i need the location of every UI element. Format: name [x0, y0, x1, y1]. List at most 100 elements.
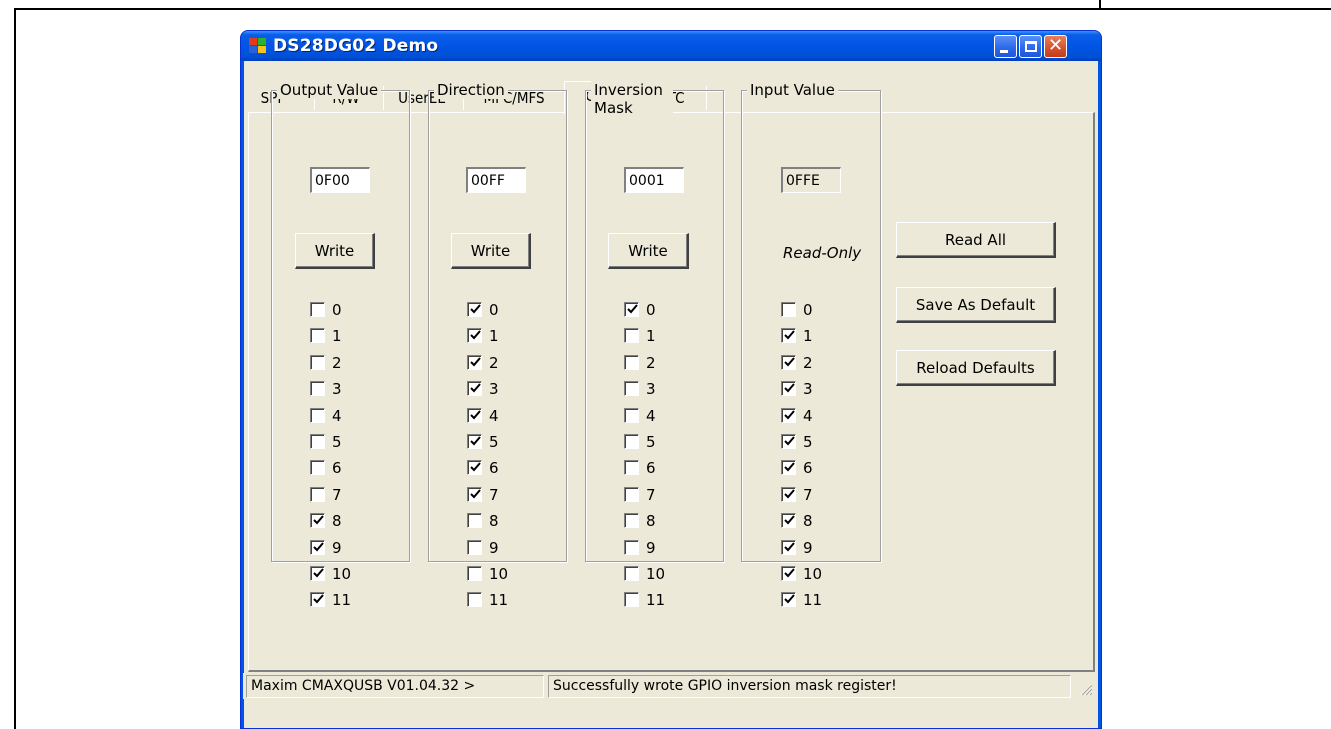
checkbox-box [310, 487, 325, 502]
bit-label: 8 [803, 512, 813, 530]
checkbox-box [781, 302, 796, 317]
bit-label: 6 [332, 459, 342, 477]
window-title: DS28DG02 Demo [273, 36, 439, 56]
checkbox-box [624, 381, 639, 396]
bit-label: 2 [646, 354, 656, 372]
bit-label: 10 [803, 565, 823, 583]
reload-defaults-button[interactable]: Reload Defaults [896, 350, 1056, 386]
bit-label: 7 [489, 486, 499, 504]
bit-label: 11 [646, 591, 666, 609]
checkbox-box [310, 381, 325, 396]
checkbox-box [467, 434, 482, 449]
checkmark-icon [313, 542, 324, 552]
checkbox-box [624, 408, 639, 423]
minimize-icon [1000, 50, 1008, 53]
checkbox-box [781, 540, 796, 555]
checkbox-box [310, 302, 325, 317]
checkbox-box [781, 513, 796, 528]
checkmark-icon [784, 436, 795, 446]
checkmark-icon [784, 462, 795, 472]
checkmark-icon [313, 594, 324, 604]
bit-label: 10 [646, 565, 666, 583]
checkmark-icon [784, 568, 795, 578]
checkbox-box [467, 381, 482, 396]
bit-label: 0 [489, 301, 499, 319]
checkmark-icon [470, 304, 481, 314]
checkbox-box [624, 513, 639, 528]
maximize-icon [1025, 41, 1037, 52]
checkbox-box [781, 592, 796, 607]
title-bar[interactable]: DS28DG02 Demo ✕ [241, 31, 1101, 61]
minimize-button[interactable] [994, 35, 1017, 58]
checkmark-icon [470, 462, 481, 472]
direction-field[interactable] [466, 167, 526, 193]
input-value-field [781, 167, 841, 193]
bit-label: 11 [489, 591, 509, 609]
bit-label: 7 [803, 486, 813, 504]
checkmark-icon [784, 542, 795, 552]
save-as-default-button[interactable]: Save As Default [896, 287, 1056, 323]
bit-label: 1 [332, 327, 342, 345]
bit-label: 7 [332, 486, 342, 504]
bit-label: 9 [332, 539, 342, 557]
bit-label: 1 [646, 327, 656, 345]
checkmark-icon [470, 383, 481, 393]
checkbox-box [781, 408, 796, 423]
app-icon [249, 38, 267, 54]
bit-label: 4 [803, 407, 813, 425]
bit-label: 2 [332, 354, 342, 372]
figure-frame-tick [1099, 0, 1101, 10]
bit-label: 2 [803, 354, 813, 372]
checkbox-box [310, 592, 325, 607]
bit-label: 7 [646, 486, 656, 504]
status-bar: Maxim CMAXQUSB V01.04.32 > Successfully … [243, 673, 1097, 699]
direction-write-button[interactable]: Write [451, 233, 531, 269]
checkbox-box [467, 487, 482, 502]
checkmark-icon [470, 330, 481, 340]
checkbox-box [624, 355, 639, 370]
bit-label: 1 [803, 327, 813, 345]
checkbox-box [624, 540, 639, 555]
bit-label: 0 [332, 301, 342, 319]
inversion-write-button[interactable]: Write [608, 233, 689, 269]
bit-label: 4 [646, 407, 656, 425]
checkbox-box [781, 566, 796, 581]
close-button[interactable]: ✕ [1044, 35, 1067, 58]
checkmark-icon [784, 410, 795, 420]
checkbox-box [310, 540, 325, 555]
bit-label: 0 [803, 301, 813, 319]
output-value-field[interactable] [310, 167, 370, 193]
checkbox-box [624, 592, 639, 607]
checkbox-box [310, 566, 325, 581]
bit-label: 9 [803, 539, 813, 557]
status-version: Maxim CMAXQUSB V01.04.32 > [246, 675, 544, 698]
read-all-button[interactable]: Read All [896, 222, 1056, 258]
output-write-button[interactable]: Write [295, 233, 375, 269]
checkbox-box [310, 408, 325, 423]
checkmark-icon [470, 410, 481, 420]
checkmark-icon [470, 489, 481, 499]
bit-label: 3 [803, 380, 813, 398]
bit-label: 4 [332, 407, 342, 425]
close-icon: ✕ [1047, 35, 1064, 56]
checkmark-icon [470, 436, 481, 446]
checkbox-box [781, 355, 796, 370]
checkbox-box [781, 434, 796, 449]
checkbox-box [467, 302, 482, 317]
bit-label: 3 [646, 380, 656, 398]
maximize-button[interactable] [1019, 35, 1042, 58]
bit-label: 2 [489, 354, 499, 372]
checkbox-box [310, 460, 325, 475]
bit-label: 5 [803, 433, 813, 451]
bit-label: 10 [489, 565, 509, 583]
figure-frame-top [14, 8, 1331, 10]
bit-label: 11 [803, 591, 823, 609]
checkbox-box [467, 460, 482, 475]
read-only-label: Read-Only [783, 244, 862, 262]
figure-frame-left [14, 8, 16, 729]
checkmark-icon [627, 304, 638, 314]
checkbox-box [467, 566, 482, 581]
checkbox-box [624, 328, 639, 343]
resize-grip-icon[interactable] [1079, 682, 1093, 696]
inversion-mask-field[interactable] [624, 167, 684, 193]
